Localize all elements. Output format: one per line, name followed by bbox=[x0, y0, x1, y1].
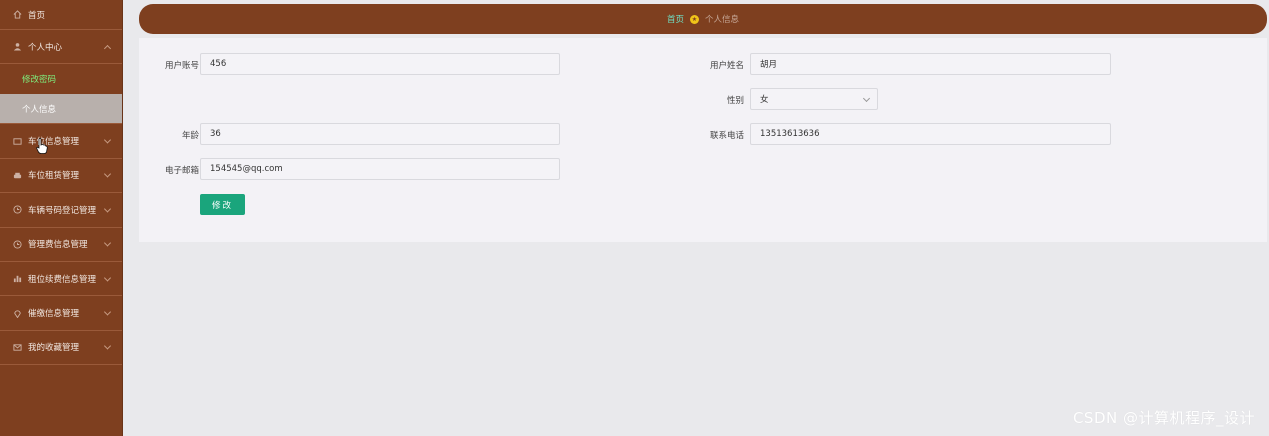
sidebar-item-reminder[interactable]: 催缴信息管理 bbox=[0, 296, 122, 331]
sidebar-subitem-personal-info[interactable]: 个人信息 bbox=[0, 94, 122, 125]
bar-chart-icon bbox=[12, 274, 22, 284]
clock-icon bbox=[12, 205, 22, 215]
mail-icon bbox=[12, 342, 22, 352]
chevron-down-icon bbox=[103, 239, 112, 247]
sidebar-item-label: 首页 bbox=[28, 10, 46, 21]
sidebar-item-parking-info[interactable]: 车位信息管理 bbox=[0, 124, 122, 159]
sidebar-item-label: 个人中心 bbox=[28, 42, 63, 53]
sidebar-item-plate-registration[interactable]: 车辆号码登记管理 bbox=[0, 193, 122, 228]
gender-value: 女 bbox=[760, 95, 769, 105]
sidebar-item-favorites[interactable]: 我的收藏管理 bbox=[0, 331, 122, 366]
grid-icon bbox=[12, 136, 22, 146]
breadcrumb-current: 个人信息 bbox=[705, 15, 740, 25]
age-label: 年龄 bbox=[181, 131, 199, 141]
star-icon: ★ bbox=[690, 14, 699, 24]
breadcrumb-home-link[interactable]: 首页 bbox=[667, 13, 684, 25]
name-value: 胡月 bbox=[760, 60, 778, 70]
home-icon bbox=[12, 10, 22, 20]
sidebar-item-renewal[interactable]: 租位续费信息管理 bbox=[0, 262, 122, 297]
email-value: 154545@qq.com bbox=[210, 164, 283, 174]
chevron-down-icon bbox=[103, 136, 112, 144]
car-icon bbox=[12, 170, 22, 180]
chevron-down-icon bbox=[103, 308, 112, 316]
profile-form: 用户账号 456 用户姓名 胡月 性别 女 年龄 36 联系电话 1351361… bbox=[139, 38, 1267, 242]
name-label: 用户姓名 bbox=[709, 61, 744, 71]
sidebar-item-personal-center[interactable]: 个人中心 bbox=[0, 30, 122, 65]
age-value: 36 bbox=[210, 129, 221, 139]
phone-input[interactable]: 13513613636 bbox=[750, 123, 1111, 145]
account-input[interactable]: 456 bbox=[200, 53, 560, 75]
modify-button[interactable]: 修改 bbox=[200, 194, 245, 215]
chevron-up-icon bbox=[103, 44, 112, 52]
account-value: 456 bbox=[210, 59, 227, 69]
sidebar-item-parking-rental[interactable]: 车位租赁管理 bbox=[0, 159, 122, 194]
account-label: 用户账号 bbox=[164, 61, 199, 71]
phone-value: 13513613636 bbox=[760, 129, 820, 139]
chevron-down-icon bbox=[103, 205, 112, 213]
sidebar-item-label: 租位续费信息管理 bbox=[28, 274, 97, 285]
name-input[interactable]: 胡月 bbox=[750, 53, 1111, 75]
hand-cursor-icon bbox=[36, 138, 48, 154]
watermark: CSDN @计算机程序_设计 bbox=[1072, 409, 1255, 427]
sidebar-subitem-label: 个人信息 bbox=[22, 104, 57, 115]
sidebar-item-label: 车位租赁管理 bbox=[28, 171, 80, 182]
email-label: 电子邮箱 bbox=[164, 166, 199, 176]
sidebar-item-label: 管理费信息管理 bbox=[28, 240, 88, 251]
location-icon bbox=[12, 308, 22, 318]
sidebar: 首页 个人中心 修改密码 个人信息 车位信息管理 车位租赁管理 车辆号码登记管理 bbox=[0, 0, 123, 436]
age-input[interactable]: 36 bbox=[200, 123, 560, 145]
sidebar-item-label: 催缴信息管理 bbox=[28, 309, 80, 320]
sidebar-subitem-change-password[interactable]: 修改密码 bbox=[0, 64, 122, 94]
phone-label: 联系电话 bbox=[709, 131, 744, 141]
chevron-down-icon bbox=[103, 170, 112, 179]
sidebar-subitem-label: 修改密码 bbox=[22, 75, 57, 86]
sidebar-item-management-fee[interactable]: 管理费信息管理 bbox=[0, 228, 122, 262]
clock-icon bbox=[12, 239, 22, 249]
sidebar-item-home[interactable]: 首页 bbox=[0, 0, 122, 30]
breadcrumb: 首页 ★ 个人信息 bbox=[139, 4, 1267, 34]
sidebar-item-label: 车辆号码登记管理 bbox=[28, 205, 97, 216]
sidebar-item-label: 我的收藏管理 bbox=[28, 343, 80, 354]
chevron-down-icon bbox=[103, 274, 112, 282]
email-input[interactable]: 154545@qq.com bbox=[200, 158, 560, 180]
user-icon bbox=[12, 42, 22, 52]
chevron-down-icon bbox=[103, 342, 112, 350]
gender-select[interactable]: 女 bbox=[750, 88, 878, 110]
gender-label: 性别 bbox=[726, 96, 744, 106]
chevron-down-icon bbox=[862, 94, 871, 103]
